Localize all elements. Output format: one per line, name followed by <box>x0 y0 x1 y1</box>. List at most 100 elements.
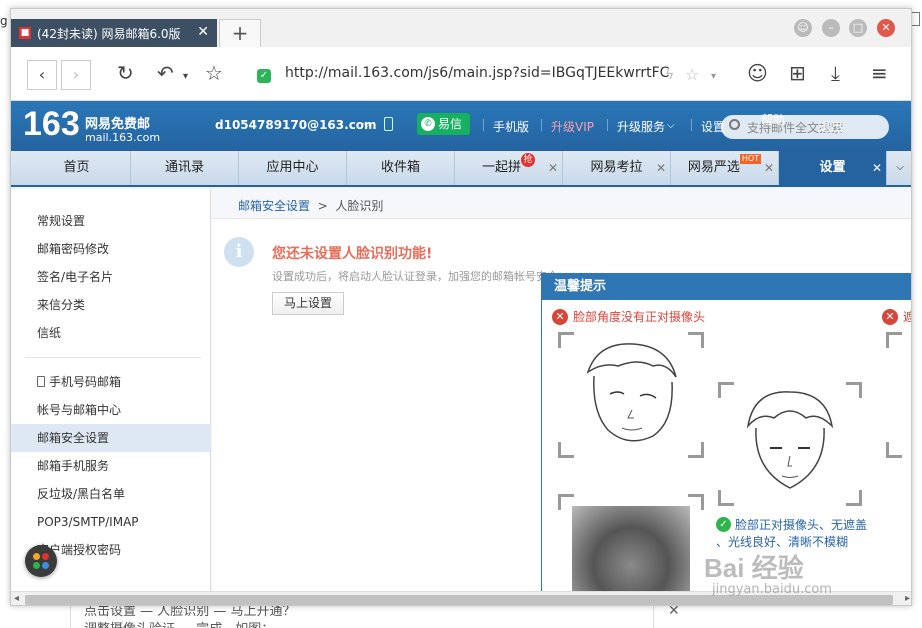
undo-icon[interactable]: ↶ <box>157 61 174 85</box>
tab-close-icon[interactable]: ✕ <box>548 151 558 185</box>
setup-now-button[interactable]: 马上设置 <box>272 292 344 315</box>
tab-strip: ■ (42封未读) 网易邮箱6.0版 ✕ + ☺ – □ ✕ <box>11 9 911 47</box>
mail-nav-tabs: 首页 通讯录 应用中心 收件箱 一起拼抢 ✕ 网易考拉 ✕ 网易严选HOT ✕ 设置 ✕… <box>11 151 911 187</box>
sidebar-item-phone-mail[interactable]: 手机号码邮箱 <box>11 368 211 396</box>
yixin-button[interactable]: ✆ 易信 <box>417 113 471 135</box>
extensions-icon[interactable]: ⊞ <box>789 61 806 85</box>
account-chevron-down-icon[interactable]: ⌵ <box>363 117 371 131</box>
settings-sidebar: 常规设置 邮箱密码修改 签名/电子名片 来信分类 信纸 手机号码邮箱 帐号与邮箱… <box>11 189 211 605</box>
address-bar: ‹ › ↻ ↶ ▾ ☆ ✓ http://mail.163.com/js6/ma… <box>11 47 911 101</box>
apps-launcher-button[interactable] <box>25 545 57 577</box>
tab-yiqipin[interactable]: 一起拼抢 ✕ <box>455 151 563 185</box>
bookmark-star-icon[interactable]: ☆ <box>685 65 699 84</box>
face-frame-partial <box>886 332 911 458</box>
article-line-2: 调整摄像头验证 — 完成，如图： <box>84 618 274 628</box>
url-dropdown-icon[interactable]: ▾ <box>711 71 716 82</box>
tab-home[interactable]: 首页 <box>23 151 131 185</box>
background-text: g <box>0 14 8 28</box>
mobile-link[interactable]: 手机版 <box>493 118 529 135</box>
error-tip: ✕ 遮 <box>882 308 911 325</box>
tab-label: 设置 <box>819 160 846 175</box>
skin-icon[interactable]: ☺ <box>794 19 812 37</box>
chat-icon[interactable]: ☺ <box>747 61 768 85</box>
help-link[interactable]: 帮助 <box>761 111 785 128</box>
scroll-left-icon[interactable]: ◂ <box>14 593 19 604</box>
sidebar-item-security[interactable]: 邮箱安全设置 <box>11 424 211 452</box>
tab-yanxuan[interactable]: 网易严选HOT ✕ <box>671 151 779 185</box>
forward-button[interactable]: › <box>61 60 91 90</box>
scroll-right-icon[interactable]: ▸ <box>905 593 910 604</box>
sidebar-item-pop3[interactable]: POP3/SMTP/IMAP <box>11 508 211 536</box>
sidebar-item-password[interactable]: 邮箱密码修改 <box>11 235 211 263</box>
tab-label: 通讯录 <box>164 160 204 175</box>
error-x-icon: ✕ <box>882 308 898 325</box>
error-text: 遮 <box>903 308 911 325</box>
sidebar-item-mobile-service[interactable]: 邮箱手机服务 <box>11 452 211 480</box>
yixin-icon: ✆ <box>421 117 435 131</box>
breadcrumb-parent-link[interactable]: 邮箱安全设置 <box>238 199 310 213</box>
tab-settings[interactable]: 设置 ✕ <box>779 151 887 185</box>
upgrade-vip-link[interactable]: 升级VIP <box>551 118 594 135</box>
apps-dot <box>42 553 49 560</box>
face-frame-photo <box>558 494 704 605</box>
mail-favicon-icon: ■ <box>19 27 31 39</box>
favorite-star-icon[interactable]: ☆ <box>205 61 223 85</box>
tab-contacts[interactable]: 通讯录 <box>131 151 239 185</box>
info-icon: i <box>224 237 254 267</box>
secure-shield-icon: ✓ <box>257 69 271 83</box>
phone-icon <box>37 376 45 387</box>
menu-icon[interactable]: ≡ <box>871 61 888 85</box>
sidebar-item-mail-sort[interactable]: 来信分类 <box>11 291 211 319</box>
sidebar-item-general[interactable]: 常规设置 <box>11 207 211 235</box>
tab-close-icon[interactable]: ✕ <box>764 151 774 185</box>
tab-inbox[interactable]: 收件箱 <box>347 151 455 185</box>
correct-text-1: 脸部正对摄像头、无遮盖 <box>735 518 868 532</box>
phone-icon[interactable] <box>384 117 393 131</box>
maximize-icon[interactable]: □ <box>849 19 867 37</box>
error-x-icon: ✕ <box>552 308 568 325</box>
sidebar-item-account-center[interactable]: 帐号与邮箱中心 <box>11 396 211 424</box>
logo-text: 网易免费邮 <box>85 117 151 132</box>
header-divider <box>541 119 542 131</box>
tab-close-icon[interactable]: ✕ <box>197 24 209 40</box>
sidebar-item-stationery[interactable]: 信纸 <box>11 319 211 347</box>
url-input[interactable]: http://mail.163.com/js6/main.jsp?sid=IBG… <box>285 65 669 81</box>
mail-header: 163 网易免费邮 mail.163.com d1054789170@163.c… <box>11 101 911 151</box>
browser-window: ■ (42封未读) 网易邮箱6.0版 ✕ + ☺ – □ ✕ ‹ › ↻ ↶ ▾… <box>10 8 912 606</box>
error-text: 脸部角度没有正对摄像头 <box>573 310 706 324</box>
tab-close-icon[interactable]: ✕ <box>656 151 666 185</box>
breadcrumb-current: 人脸识别 <box>335 199 384 213</box>
tab-kaola[interactable]: 网易考拉 ✕ <box>563 151 671 185</box>
face-tilted-illustration <box>586 343 677 442</box>
sidebar-item-signature[interactable]: 签名/电子名片 <box>11 263 211 291</box>
search-icon <box>729 119 740 130</box>
logo-163[interactable]: 163 <box>23 105 80 144</box>
back-button[interactable]: ‹ <box>27 60 57 90</box>
tab-app-center[interactable]: 应用中心 <box>239 151 347 185</box>
sidebar-item-antispam[interactable]: 反垃圾/黑白名单 <box>11 480 211 508</box>
upgrade-service-link[interactable]: 升级服务 <box>617 118 665 135</box>
refresh-icon[interactable]: ↻ <box>117 61 134 85</box>
breadcrumb-text: 邮箱安全设置 > 人脸识别 <box>238 197 383 214</box>
browser-tab-active[interactable]: ■ (42封未读) 网易邮箱6.0版 ✕ <box>11 19 217 47</box>
download-icon[interactable]: ⤓ <box>831 61 840 85</box>
face-correct-illustration <box>746 391 834 489</box>
tabs-more-chevron-icon[interactable]: ⌵ <box>887 151 911 185</box>
logo-domain: mail.163.com <box>85 131 161 144</box>
minimize-icon[interactable]: – <box>822 19 840 37</box>
logout-link[interactable]: 退出 <box>819 118 843 135</box>
close-window-icon[interactable]: ✕ <box>877 19 895 37</box>
warning-title: 您还未设置人脸识别功能! <box>272 246 433 262</box>
tab-close-icon[interactable]: ✕ <box>872 151 882 185</box>
breadcrumb-separator: > <box>317 199 328 213</box>
baidu-watermark-domain: jingyan.baidu.com <box>712 582 832 597</box>
lightning-icon[interactable]: ϟ <box>665 67 674 83</box>
dialog-title: 温馨提示 <box>542 274 911 300</box>
new-tab-button[interactable]: + <box>219 19 261 47</box>
undo-dropdown-icon[interactable]: ▾ <box>183 71 188 82</box>
search-input[interactable]: 支持邮件全文搜索 <box>721 115 889 139</box>
service-chevron-down-icon[interactable]: ⌵ <box>667 120 675 131</box>
tab-label: 首页 <box>63 160 90 175</box>
user-account[interactable]: d1054789170@163.com <box>215 118 377 132</box>
apps-dot <box>33 562 40 569</box>
